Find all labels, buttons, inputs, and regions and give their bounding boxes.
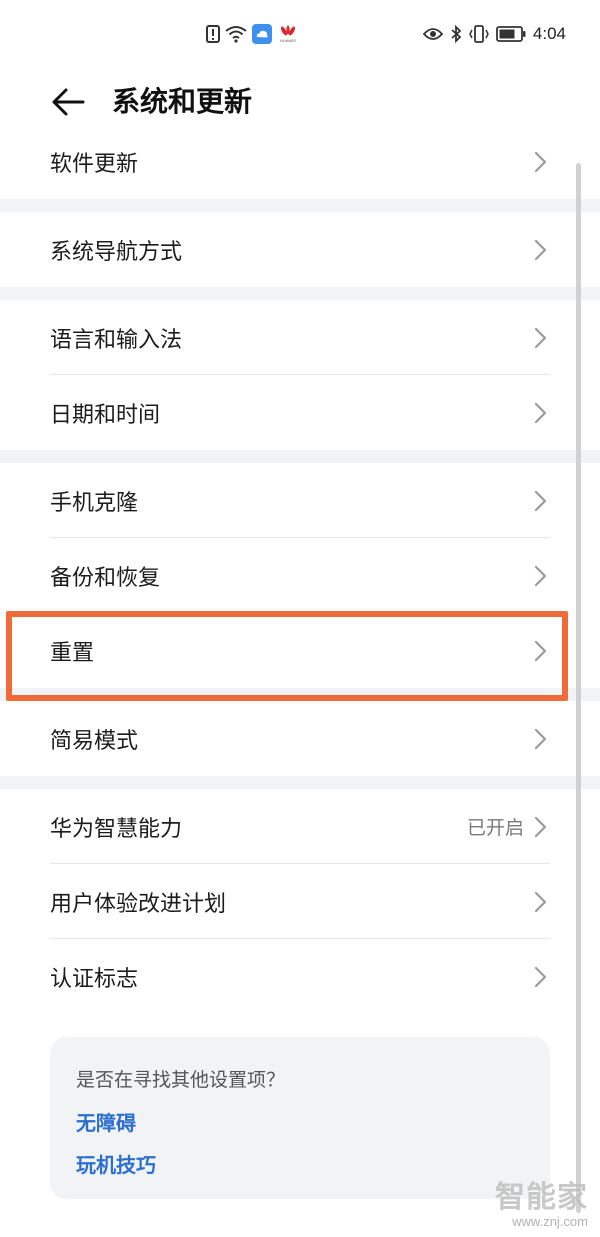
battery-icon <box>496 26 526 42</box>
settings-item-system-navigation[interactable]: 系统导航方式 <box>0 212 600 287</box>
huawei-logo-icon: HUAWEI <box>277 25 299 43</box>
chevron-right-icon <box>534 402 547 424</box>
settings-group-1: 软件更新 <box>0 134 600 199</box>
cloud-icon <box>252 24 272 44</box>
link-tips[interactable]: 玩机技巧 <box>76 1149 156 1178</box>
settings-item-label: 华为智慧能力 <box>50 816 183 842</box>
chevron-right-icon <box>534 490 547 512</box>
settings-item-status: 已开启 <box>466 817 524 839</box>
scrollbar[interactable] <box>576 163 581 1213</box>
bluetooth-icon <box>450 25 462 43</box>
huawei-brand-text: HUAWEI <box>280 38 296 43</box>
chevron-right-icon <box>534 239 547 261</box>
suggestion-question: 是否在寻找其他设置项？ <box>76 1069 286 1091</box>
settings-item-label: 软件更新 <box>50 152 139 177</box>
settings-group-2: 系统导航方式 <box>0 212 600 287</box>
vibrate-icon <box>469 25 489 43</box>
chevron-right-icon <box>534 151 547 173</box>
settings-item-label: 语言和输入法 <box>50 327 183 353</box>
arrow-left-icon <box>52 88 85 116</box>
link-accessibility[interactable]: 无障碍 <box>76 1107 136 1136</box>
alert-icon <box>206 25 220 43</box>
status-bar: HUAWEI 4:04 <box>0 0 600 70</box>
chevron-right-icon <box>534 966 547 988</box>
chevron-right-icon <box>534 640 547 662</box>
settings-item-label: 备份和恢复 <box>50 565 161 591</box>
status-bar-left: HUAWEI <box>206 24 299 44</box>
watermark-url: www.znj.com <box>512 1214 588 1229</box>
settings-item-date-time[interactable]: 日期和时间 <box>0 375 600 450</box>
settings-item-backup-restore[interactable]: 备份和恢复 <box>0 538 600 613</box>
settings-item-label: 手机克隆 <box>50 490 139 516</box>
watermark-logo: 智能家 <box>495 1180 588 1215</box>
chevron-right-icon <box>534 728 547 750</box>
status-time: 4:04 <box>532 24 566 43</box>
page-title: 系统和更新 <box>112 85 253 118</box>
chevron-right-icon <box>534 816 547 838</box>
settings-screen: HUAWEI 4:04 系统和更新 软件更新 系统导航方式 语言和输入法 日期和… <box>0 0 600 1237</box>
eye-comfort-icon <box>422 27 443 41</box>
settings-item-reset[interactable]: 重置 <box>0 613 600 688</box>
back-button[interactable] <box>48 82 88 122</box>
settings-item-huawei-intelligence[interactable]: 华为智慧能力 已开启 <box>0 789 600 864</box>
app-header: 系统和更新 <box>0 70 600 134</box>
settings-group-5: 简易模式 <box>0 701 600 776</box>
settings-item-label: 重置 <box>50 640 95 666</box>
settings-item-software-update[interactable]: 软件更新 <box>0 134 600 190</box>
watermark: 智能家 www.znj.com <box>495 1172 588 1229</box>
settings-item-user-experience-program[interactable]: 用户体验改进计划 <box>0 864 600 939</box>
settings-group-3: 语言和输入法 日期和时间 <box>0 300 600 450</box>
settings-item-certification-marks[interactable]: 认证标志 <box>0 939 600 1014</box>
chevron-right-icon <box>534 327 547 349</box>
settings-group-6: 华为智慧能力 已开启 用户体验改进计划 认证标志 <box>0 789 600 1014</box>
settings-item-language-input[interactable]: 语言和输入法 <box>0 300 600 375</box>
settings-item-label: 简易模式 <box>50 728 139 754</box>
chevron-right-icon <box>534 565 547 587</box>
settings-item-simple-mode[interactable]: 简易模式 <box>0 701 600 776</box>
settings-item-label: 用户体验改进计划 <box>50 891 227 917</box>
settings-item-label: 认证标志 <box>50 966 139 992</box>
settings-item-label: 日期和时间 <box>50 402 161 428</box>
suggestion-card: 是否在寻找其他设置项？ 无障碍 玩机技巧 <box>50 1037 550 1199</box>
settings-item-label: 系统导航方式 <box>50 239 183 265</box>
status-bar-right: 4:04 <box>422 24 566 44</box>
settings-item-phone-clone[interactable]: 手机克隆 <box>0 463 600 538</box>
chevron-right-icon <box>534 891 547 913</box>
wifi-icon <box>225 25 247 43</box>
settings-group-4: 手机克隆 备份和恢复 重置 <box>0 463 600 688</box>
